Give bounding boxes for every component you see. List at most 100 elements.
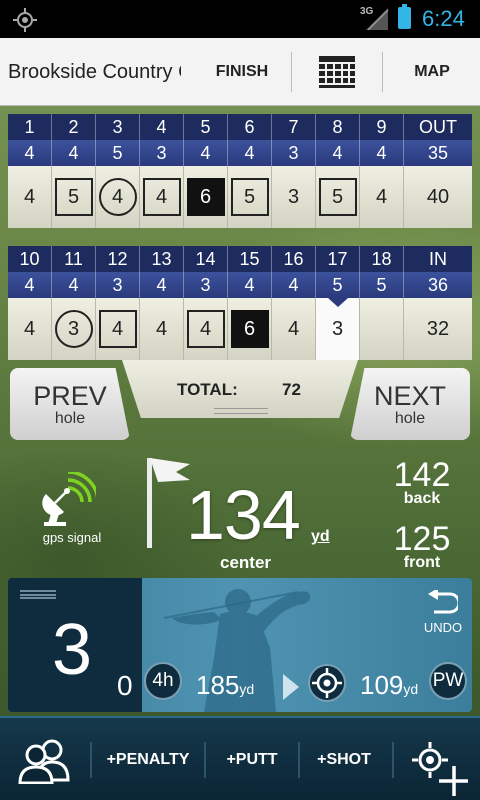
par-row: 4 4 5 3 4 4 3 4 4 35 (8, 140, 472, 166)
shot-tracking-panel: 3 0 UNDO 4h 185yd 109yd PW (8, 578, 472, 712)
next-label: NEXT (373, 381, 446, 411)
score-value: 3 (287, 185, 300, 208)
hole-number-row: 1 2 3 4 5 6 7 8 9 OUT (8, 114, 472, 140)
hole-number[interactable]: 11 (52, 246, 96, 272)
scorecard-front-nine: 1 2 3 4 5 6 7 8 9 OUT 4 4 5 3 4 4 3 4 4 … (8, 114, 472, 228)
unit-label: yd (239, 681, 255, 697)
add-putt-button[interactable]: +PUTT (212, 718, 292, 800)
score-value: 5 (54, 178, 93, 216)
score-cell-current-hole[interactable]: 3 (316, 298, 360, 360)
undo-label: UNDO (423, 620, 463, 635)
score-value: 6 (186, 178, 225, 216)
score-row: 4 3 4 4 4 6 4 3 32 (8, 298, 472, 360)
score-value: 4 (23, 317, 36, 340)
score-cell[interactable]: 4 (8, 298, 52, 360)
score-total: 40 (426, 185, 450, 208)
map-button[interactable]: MAP (392, 38, 472, 106)
par-value: 4 (228, 272, 272, 298)
par-value: 3 (96, 272, 140, 298)
hole-number[interactable]: 1 (8, 114, 52, 140)
finish-button[interactable]: FINISH (200, 38, 284, 106)
players-icon[interactable] (18, 738, 72, 784)
add-shot-button[interactable]: +SHOT (306, 718, 382, 800)
score-row: 4 5 4 4 6 5 3 5 4 40 (8, 166, 472, 228)
putt-count: 0 (117, 670, 133, 701)
undo-button[interactable]: UNDO (418, 590, 468, 635)
score-value: 4 (155, 317, 168, 340)
club-selector-next-shot[interactable]: PW (429, 662, 467, 700)
next-sublabel: hole (394, 410, 426, 427)
score-value (363, 310, 401, 348)
score-cell[interactable]: 4 (360, 166, 404, 228)
prev-sublabel: hole (54, 410, 86, 427)
par-row: 4 4 3 4 3 4 4 5 5 36 (8, 272, 472, 307)
hole-number[interactable]: 8 (316, 114, 360, 140)
hole-number[interactable]: 16 (272, 246, 316, 272)
hole-number[interactable]: 9 (360, 114, 404, 140)
scorecard-grid-button[interactable] (300, 38, 374, 106)
hole-number[interactable]: 2 (52, 114, 96, 140)
prev-hole-button[interactable]: PREV hole (10, 368, 130, 440)
par-value: 4 (8, 272, 52, 298)
score-cell[interactable]: 6 (228, 298, 272, 360)
hole-number[interactable]: 17 (316, 246, 360, 272)
score-cell[interactable]: 5 (52, 166, 96, 228)
score-cell[interactable]: 4 (140, 298, 184, 360)
par-value: 4 (360, 140, 404, 166)
score-cell[interactable]: 4 (8, 166, 52, 228)
score-cell[interactable]: 6 (184, 166, 228, 228)
par-value: 4 (52, 272, 96, 298)
total-score-panel[interactable]: TOTAL: 72 (122, 360, 358, 418)
score-value: 4 (287, 317, 300, 340)
par-value: 3 (272, 140, 316, 166)
target-button[interactable] (308, 664, 346, 702)
score-cell[interactable]: 4 (184, 298, 228, 360)
score-value: 4 (186, 310, 225, 348)
hole-number[interactable]: 14 (184, 246, 228, 272)
center-label: center (220, 553, 272, 572)
score-cell[interactable]: 4 (96, 166, 140, 228)
par-value: 4 (228, 140, 272, 166)
top-bar: Brookside Country Club FINISH MAP (0, 38, 480, 106)
bottom-action-bar: +PENALTY +PUTT +SHOT (0, 716, 480, 800)
hole-number[interactable]: 3 (96, 114, 140, 140)
club-selector-last-shot[interactable]: 4h (144, 662, 182, 700)
hole-number[interactable]: 18 (360, 246, 404, 272)
chevron-right-icon (283, 674, 299, 700)
prev-label: PREV (33, 381, 107, 411)
hole-number[interactable]: 15 (228, 246, 272, 272)
score-value: 4 (142, 178, 181, 216)
distance-unit[interactable]: yd (311, 528, 330, 546)
hole-number[interactable]: 5 (184, 114, 228, 140)
par-value: 4 (316, 140, 360, 166)
score-value: 3 (54, 310, 93, 348)
add-penalty-button[interactable]: +PENALTY (100, 718, 196, 800)
next-hole-button[interactable]: NEXT hole (350, 368, 470, 440)
drag-handle[interactable] (214, 408, 268, 414)
divider (382, 52, 383, 92)
stroke-counter[interactable]: 3 0 (8, 578, 142, 712)
add-target-icon[interactable] (410, 740, 468, 798)
score-cell[interactable]: 4 (140, 166, 184, 228)
score-cell[interactable]: 5 (316, 166, 360, 228)
score-cell[interactable]: 5 (228, 166, 272, 228)
hole-number[interactable]: 6 (228, 114, 272, 140)
hole-number[interactable]: 12 (96, 246, 140, 272)
in-label: IN (429, 248, 447, 269)
score-cell[interactable]: 4 (272, 298, 316, 360)
score-cell[interactable]: 3 (272, 166, 316, 228)
score-cell[interactable]: 4 (96, 298, 140, 360)
hole-number[interactable]: 7 (272, 114, 316, 140)
hole-number[interactable]: 13 (140, 246, 184, 272)
stroke-count: 3 (52, 610, 93, 690)
score-value: 4 (375, 185, 388, 208)
divider (298, 742, 300, 778)
score-cell[interactable] (360, 298, 404, 360)
score-cell[interactable]: 3 (52, 298, 96, 360)
par-value: 5 (96, 140, 140, 166)
hole-number[interactable]: 4 (140, 114, 184, 140)
clock: 6:24 (422, 6, 465, 31)
unit-label: yd (403, 681, 419, 697)
last-shot-distance-value: 185 (196, 670, 240, 700)
hole-number[interactable]: 10 (8, 246, 52, 272)
